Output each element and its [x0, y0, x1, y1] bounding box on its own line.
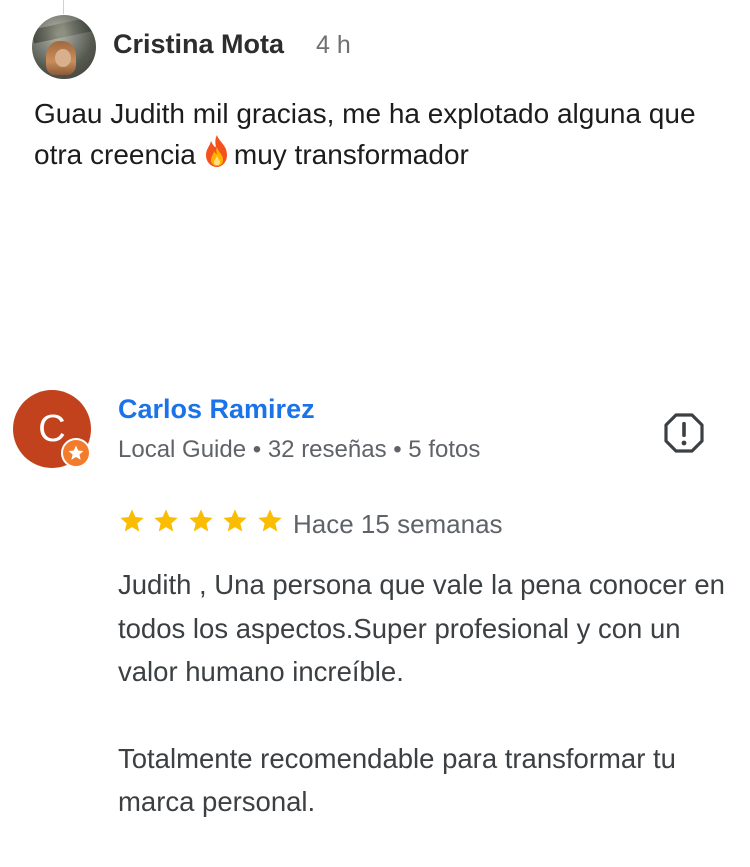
avatar-photo-branch	[32, 16, 96, 44]
review-paragraph: Totalmente recomendable para transformar…	[118, 742, 676, 818]
review-text: Judith , Una persona que vale la pena co…	[118, 563, 738, 867]
comment-text-part2: muy transformador	[233, 139, 469, 170]
reviewer-meta[interactable]: Local Guide • 32 reseñas • 5 fotos	[118, 436, 480, 464]
fire-icon	[205, 135, 227, 167]
star-icon	[223, 509, 248, 532]
comment-timestamp: 4 h	[316, 31, 351, 59]
star-icon	[189, 509, 213, 532]
reviewer-name[interactable]: Carlos Ramirez	[118, 394, 315, 425]
star-rating	[118, 507, 286, 535]
star-icon	[154, 509, 179, 532]
star-icon	[120, 509, 144, 532]
review-paragraph: Judith , Una persona que vale la pena co…	[118, 569, 725, 687]
review-date: Hace 15 semanas	[293, 509, 503, 539]
local-guide-badge-icon	[61, 438, 91, 468]
comment: Cristina Mota 4 h Guau Judith mil gracia…	[0, 0, 750, 200]
thread-line	[63, 0, 64, 14]
star-icon	[258, 509, 282, 532]
comment-text: Guau Judith mil gracias, me ha explotado…	[34, 93, 734, 175]
review-card: C Carlos Ramirez Local Guide • 32 reseña…	[0, 385, 750, 860]
commenter-avatar[interactable]	[32, 15, 96, 79]
commenter-name[interactable]: Cristina Mota	[113, 29, 284, 60]
report-flag-icon[interactable]	[663, 412, 705, 454]
avatar-photo-face	[55, 49, 71, 67]
